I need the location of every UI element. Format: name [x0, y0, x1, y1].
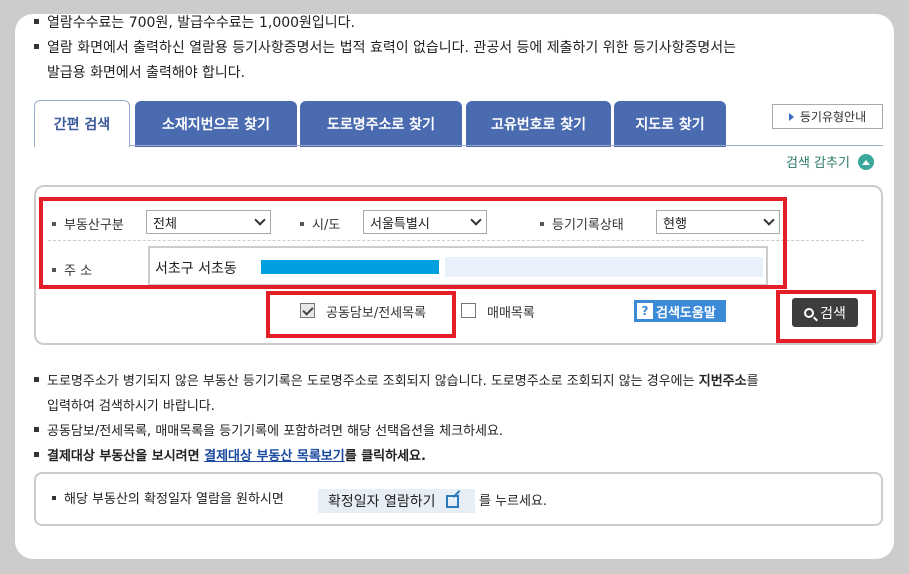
sales-list-checkbox[interactable]: [461, 303, 476, 318]
notice-road-address-cont: 입력하여 검색하시기 바랍니다.: [47, 399, 215, 414]
notice-fee: 열람수수료는 700원, 발급수수료는 1,000원입니다.: [34, 11, 355, 35]
notice-legal: 열람 화면에서 출력하신 열람용 등기사항증명서는 법적 효력이 없습니다. 관…: [34, 36, 736, 60]
tab-underline: [130, 145, 883, 146]
registry-type-button[interactable]: 등기유형안내: [772, 104, 883, 129]
sales-list-label[interactable]: 매매목록: [487, 302, 535, 321]
tab-map[interactable]: 지도로 찾기: [614, 101, 726, 147]
tab-simple-search[interactable]: 간편 검색: [34, 100, 130, 147]
tab-lot-number[interactable]: 소재지번으로 찾기: [135, 101, 297, 147]
confirm-date-text: 해당 부동산의 확정일자 열람을 원하시면: [52, 488, 284, 512]
tab-unique-number[interactable]: 고유번호로 찾기: [466, 101, 611, 147]
tab-road-address[interactable]: 도로명주소로 찾기: [300, 101, 462, 147]
question-icon: ?: [637, 303, 653, 319]
confirm-date-button[interactable]: 확정일자 열람하기: [318, 489, 475, 513]
triangle-right-icon: [788, 112, 794, 121]
highlight-form-box: [39, 197, 787, 289]
notice-road-address: 도로명주소가 병기되지 않은 부동산 등기기록은 도로명주소로 조회되지 않습니…: [34, 370, 759, 394]
hide-search-link[interactable]: 검색 감추기: [786, 152, 874, 171]
search-help-button[interactable]: ? 검색도움말: [634, 300, 726, 322]
external-link-icon: [445, 494, 459, 508]
highlight-option-box: [266, 291, 456, 338]
notice-options: 공동담보/전세목록, 매매목록을 등기기록에 포함하려면 해당 선택옵션을 체크…: [34, 420, 503, 444]
confirm-date-after: 를 누르세요.: [479, 494, 548, 509]
notice-legal-cont: 발급용 화면에서 출력해야 합니다.: [47, 65, 246, 81]
notice-payment: 결제대상 부동산을 보시려면 결제대상 부동산 목록보기를 클릭하세요.: [34, 445, 426, 469]
payment-list-link[interactable]: 결제대상 부동산 목록보기: [204, 449, 345, 464]
highlight-search-box: [776, 290, 876, 343]
chevron-up-icon: [857, 153, 874, 170]
